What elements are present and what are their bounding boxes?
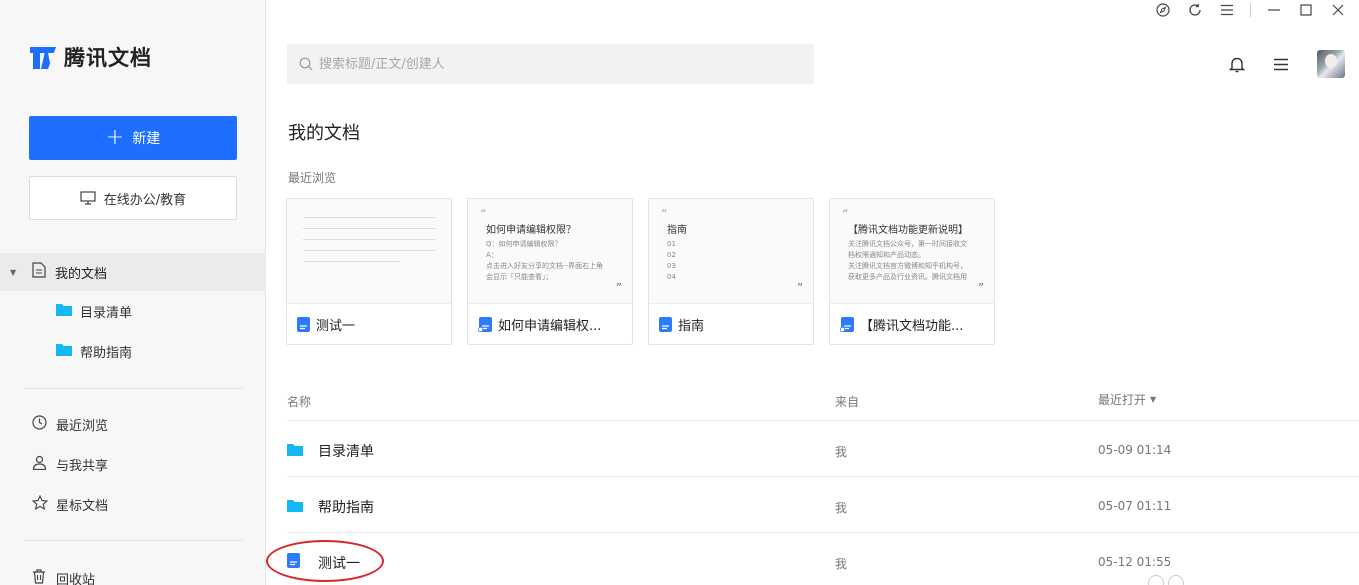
column-header-opened-label: 最近打开 (1098, 393, 1147, 407)
bell-icon[interactable] (1229, 56, 1245, 73)
card-preview-title: 如何申请编辑权限？ (486, 225, 576, 236)
card-preview-body: 01 02 03 04 (667, 240, 676, 281)
doc-icon (297, 317, 310, 332)
card-footer: 【腾讯文档功能... (830, 304, 994, 344)
doc-icon (287, 553, 300, 572)
doc-icon (659, 317, 672, 332)
row-name: 测试一 (318, 556, 360, 572)
sidebar: 腾讯文档 + 新建 在线办公/教育 ▼ 我的文档 目录清单 帮助指南 最近浏览 … (0, 0, 266, 585)
card-preview (287, 199, 451, 304)
shared-doc-icon (478, 317, 492, 332)
folder-icon (287, 441, 303, 460)
column-header-name[interactable]: 名称 (287, 393, 311, 410)
caret-down-icon[interactable]: ▼ (10, 268, 16, 277)
recent-card[interactable]: “ 【腾讯文档功能更新说明】 关注腾讯文档公众号，第一时间接收文 档权限通知和产… (829, 198, 995, 345)
app-window: 腾讯文档 + 新建 在线办公/教育 ▼ 我的文档 目录清单 帮助指南 最近浏览 … (0, 0, 1359, 585)
sidebar-folder-item[interactable]: 帮助指南 (0, 333, 266, 369)
new-button-label: 新建 (132, 131, 161, 147)
row-name: 目录清单 (318, 444, 374, 460)
sidebar-item-starred[interactable]: 星标文档 (0, 486, 266, 522)
brand-name: 腾讯文档 (64, 46, 152, 70)
card-preview-body: Q：如何申请编辑权限？ A： 点击进入好友分享的文档--界面右上角 会显示「只能… (486, 240, 604, 281)
card-preview: “ 如何申请编辑权限？ Q：如何申请编辑权限？ A： 点击进入好友分享的文档--… (468, 199, 632, 304)
refresh-icon[interactable] (1186, 1, 1204, 19)
table-row[interactable]: 目录清单 我 05-09 01:14 (287, 421, 1359, 477)
brand-logo: 腾讯文档 (28, 42, 152, 72)
folder-icon (56, 343, 72, 360)
card-title: 测试一 (316, 319, 356, 334)
search-icon (299, 57, 313, 71)
menu-icon[interactable] (1218, 1, 1236, 19)
sidebar-item-label: 与我共享 (56, 458, 109, 474)
sidebar-divider (24, 388, 243, 389)
trash-icon (32, 568, 46, 585)
card-preview: “ 指南 01 02 03 04 ” (649, 199, 813, 304)
row-time: 05-07 01:11 (1098, 499, 1172, 513)
monitor-icon (80, 191, 96, 205)
card-title: 指南 (678, 319, 705, 334)
compass-icon[interactable] (1154, 1, 1172, 19)
sidebar-item-label: 我的文档 (55, 266, 108, 282)
recent-card[interactable]: 测试一 (286, 198, 452, 345)
sidebar-item-label: 星标文档 (56, 498, 109, 514)
clock-icon (32, 414, 47, 434)
close-icon[interactable] (1329, 1, 1347, 19)
row-from: 我 (835, 501, 848, 515)
search-bar[interactable] (287, 44, 814, 84)
row-name: 帮助指南 (318, 500, 374, 516)
sidebar-item-label: 回收站 (56, 572, 96, 585)
search-input[interactable] (319, 56, 799, 72)
card-title: 如何申请编辑权... (498, 319, 602, 334)
card-footer: 指南 (649, 304, 813, 344)
recent-section-label: 最近浏览 (288, 171, 337, 185)
minimize-icon[interactable] (1265, 1, 1283, 19)
folder-icon (56, 303, 72, 320)
sidebar-item-trash[interactable]: 回收站 (0, 560, 266, 585)
avatar[interactable] (1317, 50, 1345, 78)
sidebar-item-shared[interactable]: 与我共享 (0, 446, 266, 482)
shared-doc-icon (840, 317, 854, 332)
online-office-button[interactable]: 在线办公/教育 (29, 176, 237, 220)
card-title: 【腾讯文档功能... (860, 319, 964, 334)
table-row[interactable]: 测试一 我 05-12 01:55 (287, 533, 1359, 585)
column-header-opened[interactable]: 最近打开 ▼ (1098, 391, 1156, 408)
card-footer: 测试一 (287, 304, 451, 344)
row-from: 我 (835, 557, 848, 571)
card-preview-body: 关注腾讯文档公众号，第一时间接收文 档权限通知和产品动态。 关注腾讯文档官方微博… (848, 240, 967, 281)
floating-widget[interactable] (1148, 575, 1184, 585)
person-icon (32, 455, 47, 474)
window-controls (1154, 0, 1359, 20)
row-time: 05-09 01:14 (1098, 443, 1172, 457)
sidebar-folder-item[interactable]: 目录清单 (0, 293, 266, 329)
star-icon (31, 494, 49, 514)
sidebar-item-label: 最近浏览 (56, 418, 109, 434)
tencent-docs-logo-icon (30, 47, 56, 69)
row-from: 我 (835, 445, 848, 459)
recent-card[interactable]: “ 指南 01 02 03 04 ” 指南 (648, 198, 814, 345)
sidebar-divider (24, 540, 243, 541)
sidebar-folder-label: 帮助指南 (80, 345, 133, 361)
header-actions (1229, 50, 1345, 78)
new-button[interactable]: + 新建 (29, 116, 237, 160)
card-preview: “ 【腾讯文档功能更新说明】 关注腾讯文档公众号，第一时间接收文 档权限通知和产… (830, 199, 994, 304)
table-row[interactable]: 帮助指南 我 05-07 01:11 (287, 477, 1359, 533)
card-footer: 如何申请编辑权... (468, 304, 632, 344)
page-title: 我的文档 (288, 123, 360, 144)
separator (1250, 3, 1251, 17)
sidebar-item-my-docs[interactable]: ▼ 我的文档 (0, 253, 266, 291)
menu-icon[interactable] (1273, 58, 1289, 71)
card-preview-title: 【腾讯文档功能更新说明】 (848, 225, 968, 236)
online-office-label: 在线办公/教育 (103, 192, 187, 208)
card-preview-title: 指南 (667, 225, 687, 236)
sidebar-folder-label: 目录清单 (80, 305, 133, 321)
column-header-from[interactable]: 来自 (835, 393, 859, 410)
document-icon (32, 262, 46, 282)
sidebar-item-recent[interactable]: 最近浏览 (0, 406, 266, 442)
maximize-icon[interactable] (1297, 1, 1315, 19)
row-time: 05-12 01:55 (1098, 555, 1172, 569)
folder-icon (287, 497, 303, 516)
recent-card[interactable]: “ 如何申请编辑权限？ Q：如何申请编辑权限？ A： 点击进入好友分享的文档--… (467, 198, 633, 345)
sort-down-icon[interactable]: ▼ (1150, 395, 1156, 404)
plus-icon: + (105, 125, 125, 150)
